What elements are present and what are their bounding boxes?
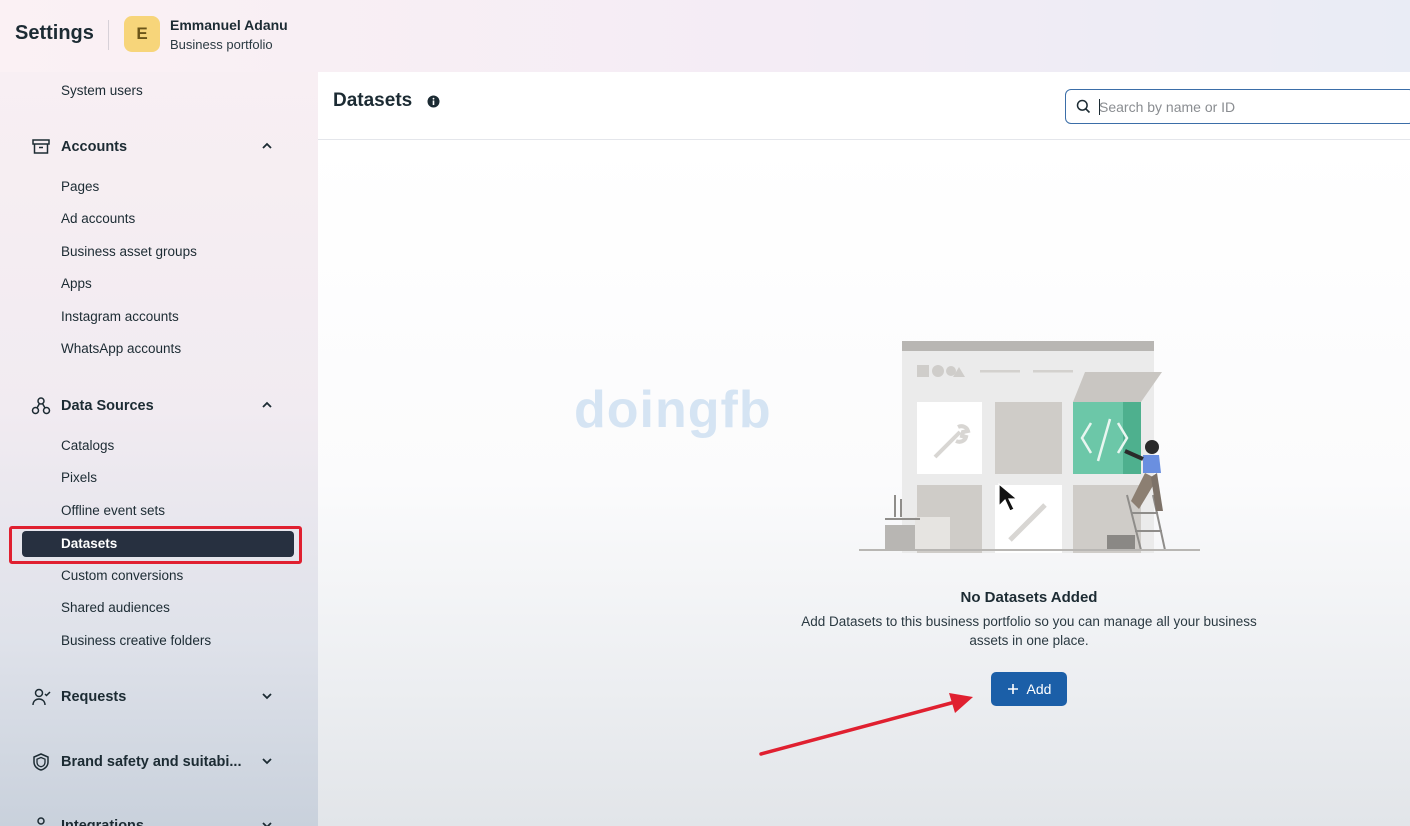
mouse-cursor-icon (998, 482, 1019, 512)
sidebar-section-integrations[interactable]: Integrations (31, 816, 144, 826)
search-icon (1076, 99, 1091, 114)
sidebar-item-shared-audiences[interactable]: Shared audiences (61, 600, 170, 615)
watermark: doingfb (574, 381, 772, 439)
portfolio-name[interactable]: Emmanuel Adanu (170, 17, 288, 33)
sidebar-section-label: Data Sources (61, 398, 154, 414)
empty-state-title: No Datasets Added (960, 589, 1098, 606)
data-sources-icon (31, 396, 51, 416)
add-button[interactable]: Add (991, 672, 1067, 706)
sidebar-item-catalogs[interactable]: Catalogs (61, 438, 114, 453)
chevron-down-icon[interactable] (260, 818, 274, 826)
sidebar-section-label: Integrations (61, 818, 144, 826)
sidebar (0, 72, 318, 826)
sidebar-item-pages[interactable]: Pages (61, 179, 99, 194)
info-icon[interactable] (427, 95, 440, 108)
page-header: Datasets (318, 72, 1410, 140)
search-box[interactable] (1065, 89, 1410, 124)
empty-state-illustration (859, 341, 1200, 553)
sidebar-item-whatsapp-accounts[interactable]: WhatsApp accounts (61, 341, 181, 356)
chevron-up-icon[interactable] (260, 398, 274, 412)
empty-state-description: Add Datasets to this business portfolio … (801, 614, 1257, 648)
shield-icon (31, 752, 51, 772)
annotation-arrow (759, 693, 973, 756)
title-divider (108, 20, 109, 50)
sidebar-item-ad-accounts[interactable]: Ad accounts (61, 211, 135, 226)
portfolio-avatar[interactable]: E (124, 16, 160, 52)
sidebar-section-data-sources[interactable]: Data Sources (31, 396, 154, 416)
text-caret (1099, 99, 1100, 115)
sidebar-item-custom-conversions[interactable]: Custom conversions (61, 568, 183, 583)
sidebar-item-instagram-accounts[interactable]: Instagram accounts (61, 309, 179, 324)
sidebar-section-label: Accounts (61, 139, 128, 155)
sidebar-item-business-asset-groups[interactable]: Business asset groups (61, 244, 197, 259)
sidebar-item-offline-event-sets[interactable]: Offline event sets (61, 503, 165, 518)
sidebar-section-brand-safety[interactable]: Brand safety and suitabi... (31, 752, 242, 772)
sidebar-section-label: Requests (61, 689, 127, 705)
sidebar-section-accounts[interactable]: Accounts (31, 137, 127, 157)
search-input[interactable] (1099, 97, 1399, 117)
page-title: Datasets (333, 90, 413, 111)
settings-title: Settings (15, 22, 94, 44)
integrations-icon (31, 816, 51, 826)
person-check-icon (31, 687, 51, 707)
add-button-label: Add (1026, 681, 1052, 697)
plus-icon (1007, 684, 1018, 694)
chevron-down-icon[interactable] (260, 689, 274, 703)
top-bar (0, 0, 1410, 72)
sidebar-item-apps[interactable]: Apps (61, 276, 92, 291)
portfolio-type: Business portfolio (170, 37, 273, 52)
annotation-highlight-box (9, 526, 302, 564)
chevron-up-icon[interactable] (260, 139, 274, 153)
sidebar-section-requests[interactable]: Requests (31, 687, 126, 707)
sidebar-section-label: Brand safety and suitabi... (61, 754, 242, 770)
archive-icon (31, 137, 51, 157)
sidebar-item-system-users[interactable]: System users (61, 83, 143, 98)
chevron-down-icon[interactable] (260, 754, 274, 768)
sidebar-item-pixels[interactable]: Pixels (61, 470, 97, 485)
sidebar-item-business-creative-folders[interactable]: Business creative folders (61, 633, 211, 648)
